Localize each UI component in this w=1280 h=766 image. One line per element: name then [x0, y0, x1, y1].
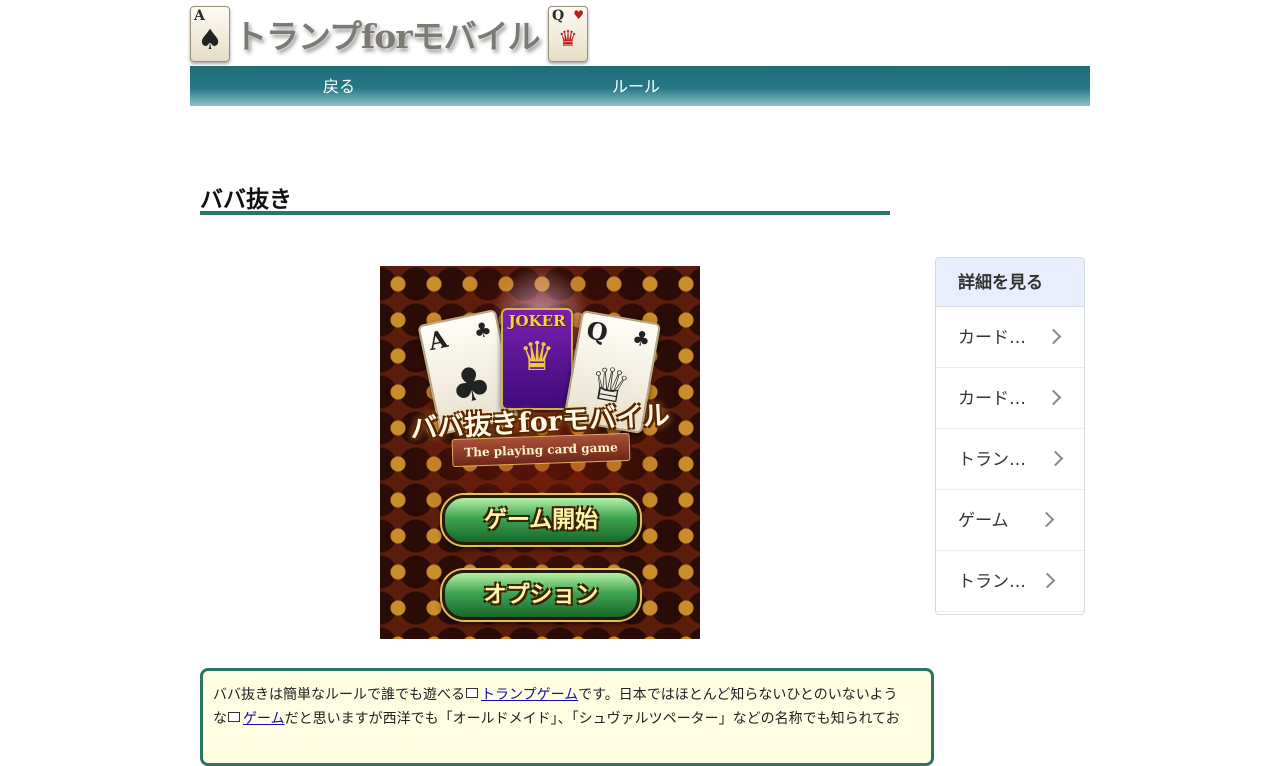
logo-queen-heart-card: Q ♥ ♛ [548, 6, 588, 62]
sidebar-heading: 詳細を見る [936, 258, 1084, 307]
description-box: ババ抜きは簡単なルールで誰でも遊べる トランプゲームです。日本ではほとんど知らない… [200, 668, 934, 766]
link-icon [466, 688, 478, 698]
card-rank: A [425, 323, 451, 357]
card-rank: Q [584, 315, 611, 348]
chevron-right-icon [1045, 328, 1062, 345]
chevron-right-icon [1045, 389, 1062, 406]
spade-icon: ♠ [197, 23, 223, 56]
sidebar-item[interactable]: カード… [936, 307, 1084, 368]
heart-icon: ♥ [573, 8, 584, 22]
title-underline [200, 211, 890, 215]
sidebar-item[interactable]: トラン… [936, 551, 1084, 612]
club-icon: ♣ [471, 316, 494, 344]
club-icon: ♣ [630, 325, 653, 352]
joker-card: JOKER ♛ [501, 308, 573, 410]
link-icon [228, 712, 240, 722]
chevron-right-icon [1047, 450, 1064, 467]
game-start-button[interactable]: ゲーム開始 [442, 495, 640, 545]
nav-rule-link[interactable]: ルール [612, 66, 660, 106]
sidebar-item-label: トラン… [958, 572, 1026, 592]
description-line-1: ババ抜きは簡単なルールで誰でも遊べる トランプゲームです。日本ではほとんど知らない… [213, 683, 921, 707]
detail-sidebar: 詳細を見る カード… カード … トラン… ゲーム トラン… [935, 257, 1085, 615]
logo-card-rank: A [194, 8, 205, 24]
logo-ace-spade-card: A ♠ [190, 6, 230, 62]
jester-icon: ♛ [519, 334, 555, 380]
logo-title: トランプforモバイル [234, 17, 541, 56]
option-button[interactable]: オプション [442, 570, 640, 620]
crown-icon: ♛ [558, 27, 578, 52]
description-text: な [213, 711, 227, 727]
logo-card-rank: Q [552, 8, 565, 24]
chevron-right-icon [1039, 572, 1056, 589]
description-text: だと思いますが西洋でも「オールドメイド」、「シュヴァルツペーター」などの名称でも… [284, 711, 900, 727]
game-subtitle-ribbon: The playing card game [451, 432, 631, 468]
site-logo[interactable]: A ♠ トランプforモバイル Q ♥ ♛ [190, 6, 588, 62]
chevron-right-icon [1038, 511, 1055, 528]
description-text: です。日本ではほとんど知らないひとのいないよう [578, 687, 898, 703]
game-screenshot[interactable]: A ♣ ♣ JOKER ♛ Q ♣ ♕ ババ抜きforモバイル The play… [380, 266, 700, 639]
sidebar-item[interactable]: カード … [936, 368, 1084, 429]
nav-back-link[interactable]: 戻る [323, 66, 355, 106]
sidebar-item-label: カード… [958, 328, 1026, 348]
description-line-2: なゲームだと思いますが西洋でも「オールドメイド」、「シュヴァルツペーター」などの… [213, 707, 921, 731]
page-title: ババ抜き [200, 187, 292, 213]
sidebar-item[interactable]: ゲーム [936, 490, 1084, 551]
description-text: ババ抜きは簡単なルールで誰でも遊べる [213, 687, 465, 703]
main-nav: 戻る ルール [190, 66, 1090, 106]
game-link[interactable]: ゲーム [243, 711, 285, 727]
sidebar-item-label: カード … [958, 389, 1030, 409]
card-game-link[interactable]: トランプゲーム [481, 687, 578, 703]
sidebar-item[interactable]: トラン… [936, 429, 1084, 490]
sidebar-item-label: トラン… [958, 450, 1026, 470]
joker-label: JOKER [508, 312, 566, 330]
sidebar-item-label: ゲーム [958, 511, 1009, 531]
